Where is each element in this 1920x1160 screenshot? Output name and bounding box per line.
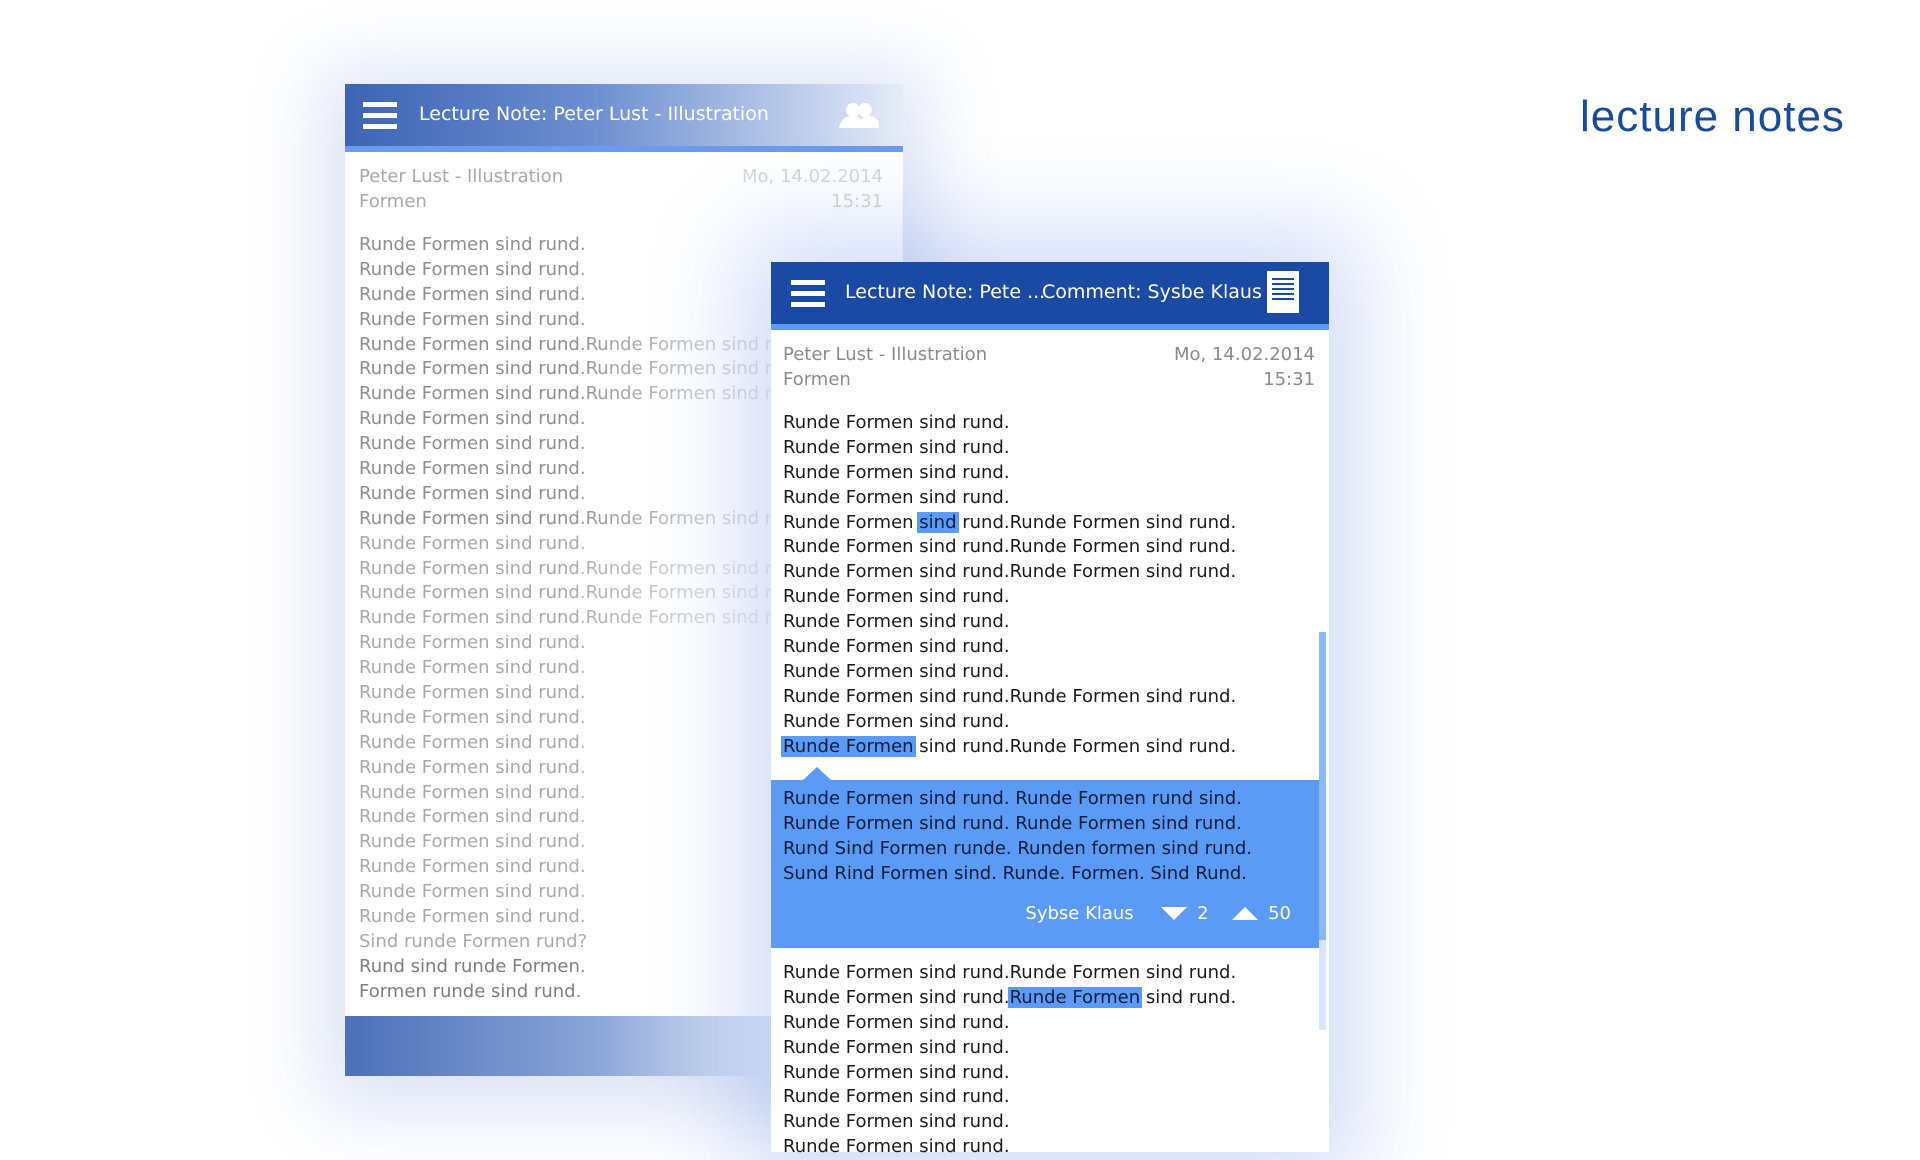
note-line[interactable]: Runde Formen sind rund.Runde Formen sind… xyxy=(783,961,1236,986)
comment-footer: Sybse Klaus 2 50 xyxy=(1025,902,1291,924)
highlighted-text[interactable]: Runde Formen xyxy=(781,735,916,757)
back-title: Lecture Note: Peter Lust - Illustration xyxy=(419,103,769,125)
note-line: Runde Formen sind rund. Runde Formen sin… xyxy=(783,812,1242,834)
note-line: Runde Formen sind rund. xyxy=(359,234,586,255)
front-note-panel: Lecture Note: Pete ... Comment: Sysbe Kl… xyxy=(771,262,1329,1157)
back-time-text: 15:31 xyxy=(831,191,883,212)
note-line[interactable]: Runde Formen sind rund. xyxy=(783,436,1236,461)
front-meta: Peter Lust - Illustration Formen Mo, 14.… xyxy=(783,342,1315,392)
note-text: Runde Formen sind rund.Runde Formen sind… xyxy=(783,561,1237,583)
front-time-text: 15:31 xyxy=(1263,369,1315,390)
note-line[interactable]: Runde Formen sind rund. xyxy=(783,1135,1236,1160)
note-line[interactable]: Runde Formen sind rund. xyxy=(783,1011,1236,1036)
note-body-upper: Runde Formen sind rund. Runde Formen sind… xyxy=(781,411,1237,760)
note-text: sind rund.Runde Formen sind rund. xyxy=(913,735,1237,757)
users-icon[interactable] xyxy=(837,102,881,128)
note-line: Runde Formen sind rund. Runde Formen run… xyxy=(783,788,1242,809)
note-text: sind rund. xyxy=(1140,986,1237,1008)
note-line[interactable]: Runde Formen sind rund.Runde Formen sind… xyxy=(783,535,1236,560)
note-text: Runde Formen sind rund. xyxy=(783,1136,1010,1158)
highlighted-text[interactable]: Runde Formen xyxy=(1007,986,1143,1008)
note-text: Runde Formen sind rund. xyxy=(783,660,1010,682)
upvote-icon[interactable] xyxy=(1232,906,1259,920)
note-text: Runde Formen sind rund. xyxy=(783,986,1010,1008)
note-line[interactable]: Runde Formen sind rund. xyxy=(783,635,1236,660)
downvote-icon[interactable] xyxy=(1161,906,1188,920)
note-text: Runde Formen xyxy=(783,511,920,533)
downvote-count: 2 xyxy=(1197,902,1209,924)
note-text: Runde Formen sind rund. xyxy=(783,586,1010,608)
note-text: Runde Formen sind rund. xyxy=(783,1061,1010,1083)
note-line[interactable]: Runde Formen sind rund. xyxy=(783,610,1236,635)
front-date: Mo, 14.02.2014 15:31 xyxy=(1174,342,1315,392)
upvote-count: 50 xyxy=(1268,902,1291,924)
note-text: Runde Formen sind rund. xyxy=(783,436,1010,458)
note-text: Runde Formen sind rund. xyxy=(783,710,1010,732)
note-text: Runde Formen sind rund. xyxy=(783,1011,1010,1033)
note-line[interactable]: Runde Formen sind rund. xyxy=(783,1061,1236,1086)
note-line[interactable]: Runde Formen sind rund.Runde Formen sind… xyxy=(783,685,1236,710)
note-line[interactable]: Runde Formen sind rund. xyxy=(783,710,1236,735)
hamburger-icon[interactable] xyxy=(363,102,397,130)
note-text: Runde Formen sind rund. xyxy=(783,1036,1010,1058)
scrollbar-track[interactable] xyxy=(1319,940,1326,1030)
note-text: Runde Formen sind rund.Runde Formen sind… xyxy=(783,536,1237,558)
note-line: Sund Rind Formen sind. Runde. Formen. Si… xyxy=(783,862,1248,884)
note-text: Runde Formen sind rund.Runde Formen sind… xyxy=(783,685,1237,707)
note-line[interactable]: Runde Formen sind rund. xyxy=(783,1110,1236,1135)
note-line[interactable]: Runde Formen sind rund. xyxy=(783,660,1236,685)
back-date: Mo, 14.02.2014 15:31 xyxy=(742,164,883,214)
note-line: Rund Sind Formen runde. Runden formen si… xyxy=(783,837,1252,859)
back-header: Lecture Note: Peter Lust - Illustration xyxy=(345,84,903,152)
highlighted-text[interactable]: sind xyxy=(917,511,959,533)
hamburger-icon[interactable] xyxy=(791,280,825,308)
comment-text: Runde Formen sind rund. Runde Formen run… xyxy=(783,787,1252,887)
scrollbar-thumb[interactable] xyxy=(1319,632,1326,940)
note-text: rund.Runde Formen sind rund. xyxy=(956,511,1237,533)
comment-bubble[interactable]: Runde Formen sind rund. Runde Formen run… xyxy=(771,780,1319,948)
note-line[interactable]: Runde Formen sind rund.Runde Formen sind… xyxy=(781,735,1237,760)
note-text: Runde Formen sind rund. xyxy=(783,1086,1010,1108)
note-text: Runde Formen sind rund. xyxy=(783,1111,1010,1133)
back-date-text: Mo, 14.02.2014 xyxy=(741,166,883,187)
comment-title[interactable]: Comment: Sysbe Klaus xyxy=(1042,281,1262,303)
document-icon[interactable] xyxy=(1267,271,1299,313)
note-line[interactable]: Runde Formen sind rund. xyxy=(783,411,1236,436)
brand-logo: lecture notes xyxy=(1580,92,1845,141)
note-line[interactable]: Runde Formen sind rund. xyxy=(783,585,1236,610)
note-line[interactable]: Runde Formen sind rund. xyxy=(783,486,1236,511)
front-title[interactable]: Lecture Note: Pete ... xyxy=(845,281,1045,303)
note-line[interactable]: Runde Formen sind rund. xyxy=(783,461,1236,486)
note-text: Runde Formen sind rund. xyxy=(783,461,1010,483)
note-text: Runde Formen sind rund. xyxy=(783,412,1010,433)
note-line[interactable]: Runde Formen sind rund.Runde Formen sind… xyxy=(783,560,1236,585)
back-meta: Peter Lust - Illustration Formen Mo, 14.… xyxy=(359,164,889,214)
comment-pointer xyxy=(803,767,831,780)
comment-author[interactable]: Sybse Klaus xyxy=(1025,903,1133,924)
note-line[interactable]: Runde Formen sind rund. xyxy=(783,1085,1236,1110)
note-line[interactable]: Runde Formen sind rund. xyxy=(783,1036,1236,1061)
front-header: Lecture Note: Pete ... Comment: Sysbe Kl… xyxy=(771,262,1329,330)
note-text: Runde Formen sind rund. xyxy=(783,486,1010,508)
note-text: Runde Formen sind rund.Runde Formen sind… xyxy=(783,962,1237,983)
note-line[interactable]: Runde Formen sind rund.Runde Formen sind… xyxy=(783,511,1236,536)
note-text: Runde Formen sind rund. xyxy=(783,611,1010,633)
front-date-text: Mo, 14.02.2014 xyxy=(1173,344,1315,365)
note-body-lower: Runde Formen sind rund.Runde Formen sind… xyxy=(783,961,1236,1160)
note-line[interactable]: Runde Formen sind rund.Runde Formen sind… xyxy=(783,986,1236,1011)
note-text: Runde Formen sind rund. xyxy=(783,636,1010,658)
